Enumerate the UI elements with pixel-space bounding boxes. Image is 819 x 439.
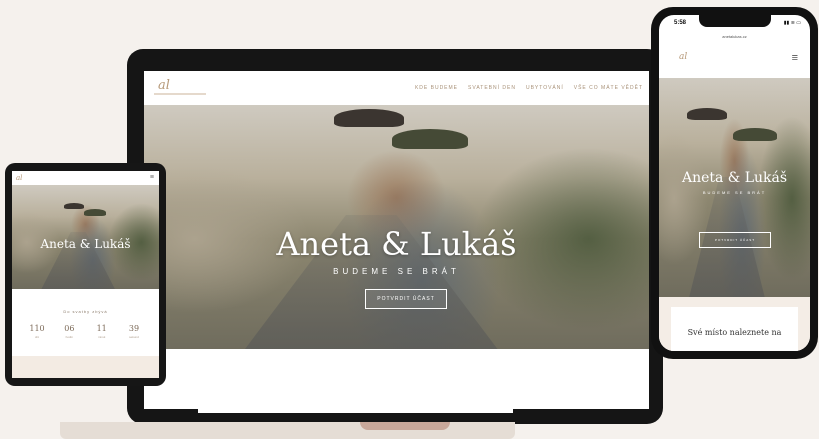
countdown-seconds: 39 sekund [123,324,145,339]
hero-subtitle: BUDEME SE BRÁT [333,267,460,276]
countdown: 110 dní 06 hodin 11 minut 39 sekund [26,324,145,339]
address-bar[interactable]: anetalukas.cz [659,34,810,39]
site-header: al ≡ [12,171,159,186]
hero-subtitle: BUDEME SE BRÁT [702,190,767,195]
countdown-value: 11 [96,324,107,333]
phone-notch [699,15,771,27]
nav-item-wedding-day[interactable]: SVATEBNÍ DEN [468,85,516,91]
countdown-value: 06 [64,324,75,333]
site-logo[interactable]: al [16,174,22,182]
nav-item-location[interactable]: KDE BUDEME [415,85,458,91]
countdown-unit: minut [97,335,106,339]
hat-shape [687,108,727,120]
content-section: Své místo naleznete na [659,297,810,351]
countdown-value: 110 [29,324,45,333]
hero-title: Aneta & Lukáš [276,225,517,263]
countdown-unit: sekund [129,335,139,339]
site-header: al KDE BUDEME SVATEBNÍ DEN UBYTOVÁNÍ VŠE… [144,71,649,105]
section-text: Své místo naleznete na [687,328,782,337]
hero-photo: Aneta & Lukáš BUDEME SE BRÁT POTVRDIT ÚČ… [144,105,649,349]
nav-item-accommodation[interactable]: UBYTOVÁNÍ [526,85,564,91]
countdown-hours: 06 hodin [58,324,80,339]
status-time: 5:58 [674,20,687,26]
tablet-screen: al ≡ Aneta & Lukáš Do svatby zbývá 110 d… [12,171,159,378]
footer-band [12,356,159,378]
logo-underline [154,93,206,95]
tablet-device: al ≡ Aneta & Lukáš Do svatby zbývá 110 d… [5,163,166,386]
content-card [198,373,513,413]
phone-device: 5:58 ▮▮ ≋ ▭ anetalukas.cz al ≡ Aneta & L… [651,7,818,359]
laptop-notch [360,422,450,430]
hat-shape [84,209,106,216]
hat-shape [334,109,404,127]
hat-shape [733,128,777,141]
content-card: Své místo naleznete na [671,307,798,351]
site-logo[interactable]: al [158,78,170,93]
countdown-days: 110 dní [26,324,48,339]
status-icons: ▮▮ ≋ ▭ [783,20,801,26]
phone-screen: 5:58 ▮▮ ≋ ▭ anetalukas.cz al ≡ Aneta & L… [659,15,810,351]
hat-shape [64,203,84,209]
site-header: al ≡ [659,42,810,78]
countdown-value: 39 [128,324,140,333]
nav-item-info[interactable]: VŠE CO MÁTE VĚDĚT [574,85,643,91]
countdown-label: Do svatby zbývá [63,309,108,314]
hat-shape [392,129,468,149]
hamburger-icon[interactable]: ≡ [792,52,798,64]
hero-photo: Aneta & Lukáš BUDEME SE BRÁT POTVRDIT ÚČ… [659,78,810,297]
hero-title: Aneta & Lukáš [681,170,788,186]
hero-photo: Aneta & Lukáš [12,185,159,289]
main-nav: KDE BUDEME SVATEBNÍ DEN UBYTOVÁNÍ VŠE CO… [415,85,643,91]
countdown-unit: hodin [65,335,73,339]
rsvp-button[interactable]: POTVRDIT ÚČAST [699,232,771,248]
countdown-unit: dní [34,335,40,339]
laptop-device: al KDE BUDEME SVATEBNÍ DEN UBYTOVÁNÍ VŠE… [127,49,663,424]
hero-title: Aneta & Lukáš [40,237,131,251]
laptop-screen: al KDE BUDEME SVATEBNÍ DEN UBYTOVÁNÍ VŠE… [144,71,649,409]
hamburger-icon[interactable]: ≡ [150,174,154,181]
countdown-minutes: 11 minut [91,324,113,339]
rsvp-button[interactable]: POTVRDIT ÚČAST [365,289,447,309]
site-logo[interactable]: al [679,52,687,62]
